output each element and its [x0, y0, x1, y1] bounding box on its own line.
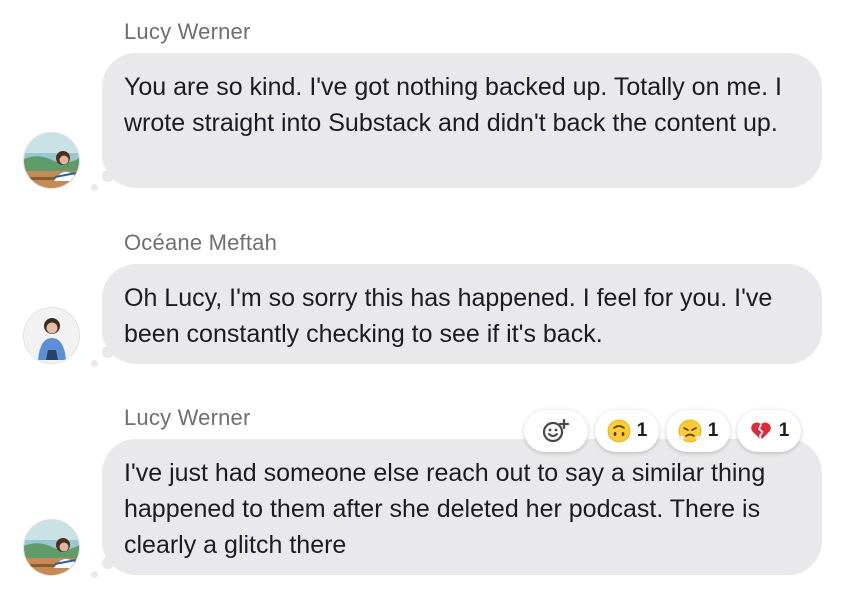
sender-name: Océane Meftah: [124, 230, 278, 255]
message-bubble[interactable]: You are so kind. I've got nothing backed…: [102, 53, 822, 188]
reaction-count: 1: [778, 420, 790, 441]
face-with-steam-emoji: [678, 419, 702, 443]
message-bubble[interactable]: I've just had someone else reach out to …: [102, 439, 822, 575]
sender-name: Lucy Werner: [124, 405, 251, 430]
bubble-tail-dot: [91, 360, 98, 367]
sender-name: Lucy Werner: [124, 19, 251, 44]
upside-down-face-emoji: [607, 419, 631, 443]
avatar-oceane-meftah[interactable]: [23, 307, 80, 364]
avatar-lucy-werner[interactable]: [23, 132, 80, 189]
avatar-lucy-werner[interactable]: [23, 519, 80, 576]
bubble-tail: [102, 557, 114, 569]
reaction-upside-down-face[interactable]: 1: [595, 410, 659, 452]
message-bubble[interactable]: Oh Lucy, I'm so sorry this has happened.…: [102, 264, 822, 364]
reaction-count: 1: [636, 420, 648, 441]
bubble-tail-dot: [91, 184, 98, 191]
reaction-broken-heart[interactable]: 1: [737, 410, 801, 452]
add-reaction-icon: [542, 418, 570, 443]
reaction-face-with-steam[interactable]: 1: [666, 410, 730, 452]
broken-heart-emoji: [750, 422, 771, 441]
bubble-tail: [102, 170, 114, 182]
bubble-tail: [102, 346, 114, 358]
bubble-tail-dot: [91, 571, 98, 578]
reaction-count: 1: [707, 420, 719, 441]
add-reaction-button[interactable]: [524, 410, 588, 452]
